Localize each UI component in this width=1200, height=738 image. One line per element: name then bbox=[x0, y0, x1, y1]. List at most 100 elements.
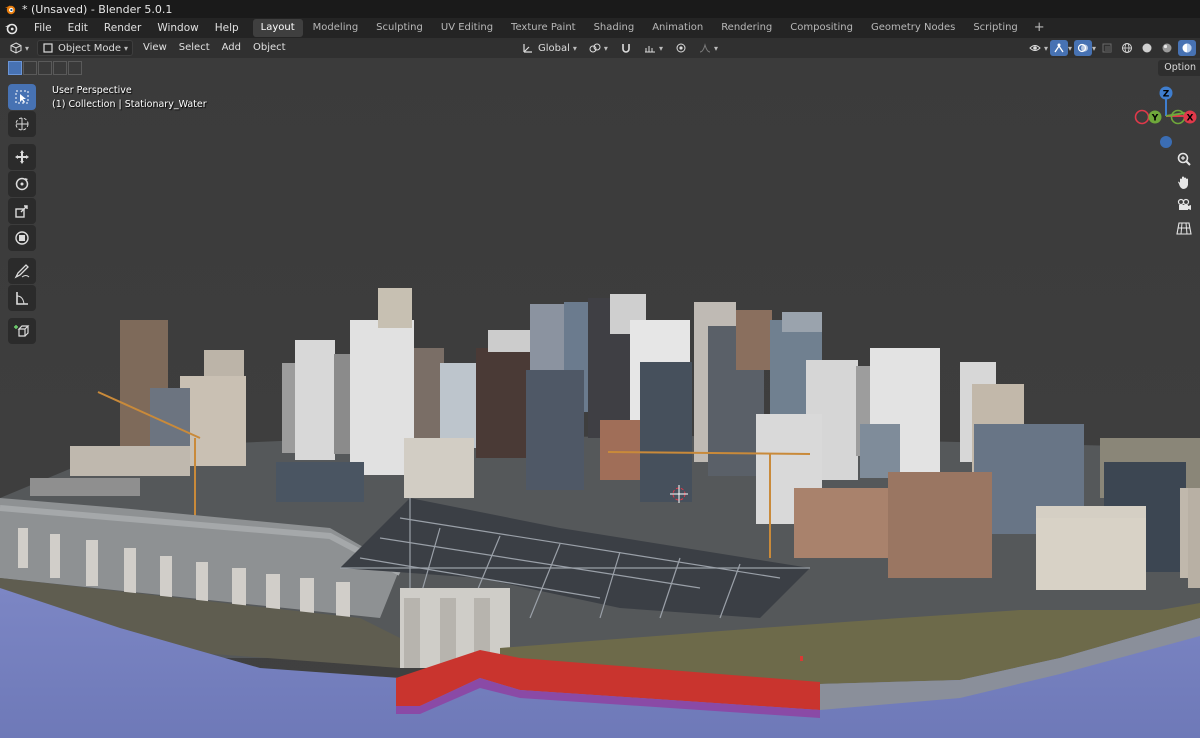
chevron-down-icon: ▾ bbox=[572, 43, 577, 53]
select-extend-button[interactable] bbox=[23, 61, 37, 75]
measure-tool[interactable] bbox=[8, 285, 36, 311]
annotate-icon bbox=[14, 264, 30, 279]
zoom-icon bbox=[1177, 152, 1191, 166]
title-bar: * (Unsaved) - Blender 5.0.1 bbox=[0, 0, 1200, 18]
tab-texture-paint[interactable]: Texture Paint bbox=[503, 19, 584, 37]
move-icon bbox=[15, 150, 29, 164]
gizmo-z-label: Z bbox=[1163, 90, 1170, 100]
toolbar bbox=[8, 84, 38, 345]
menu-help[interactable]: Help bbox=[207, 18, 247, 38]
ortho-toggle-button[interactable] bbox=[1172, 217, 1196, 239]
rendered-sphere-icon bbox=[1182, 43, 1192, 53]
options-button[interactable]: Option bbox=[1158, 60, 1200, 76]
add-cube-icon bbox=[14, 325, 30, 337]
blender-logo-icon bbox=[5, 5, 16, 15]
select-intersect-button[interactable] bbox=[68, 61, 82, 75]
menu-file[interactable]: File bbox=[26, 18, 60, 38]
menu-add[interactable]: Add bbox=[216, 38, 247, 58]
pan-button[interactable] bbox=[1172, 171, 1196, 193]
viewport-header: ▾ Object Mode ▾ View Select Add Object G… bbox=[0, 38, 1200, 58]
tab-sculpting[interactable]: Sculpting bbox=[368, 19, 431, 37]
gizmo-x-label: X bbox=[1187, 114, 1194, 124]
transform-icon bbox=[15, 231, 29, 245]
visibility-dropdown[interactable] bbox=[1026, 40, 1044, 56]
editor-type-button[interactable]: ▾ bbox=[6, 40, 33, 56]
tab-layout[interactable]: Layout bbox=[252, 19, 303, 37]
proportional-edit-icon bbox=[676, 43, 686, 53]
blender-menu-icon[interactable] bbox=[4, 21, 18, 35]
shading-tools-group: ▾ ▾ ▾ bbox=[1024, 38, 1196, 58]
tab-animation[interactable]: Animation bbox=[644, 19, 711, 37]
gizmo-icon bbox=[1054, 43, 1064, 53]
tab-shading[interactable]: Shading bbox=[586, 19, 643, 37]
orientation-dropdown[interactable]: Global ▾ bbox=[518, 40, 581, 56]
object-mode-icon bbox=[43, 43, 53, 53]
move-tool[interactable] bbox=[8, 144, 36, 170]
gizmo-toggle[interactable] bbox=[1049, 40, 1068, 56]
grid-icon bbox=[1176, 222, 1192, 235]
xray-icon bbox=[1102, 43, 1112, 53]
chevron-down-icon: ▾ bbox=[1091, 43, 1096, 53]
select-new-button[interactable] bbox=[8, 61, 22, 75]
rotate-icon bbox=[15, 177, 29, 191]
select-box-tool[interactable] bbox=[8, 84, 36, 110]
annotate-tool[interactable] bbox=[8, 258, 36, 284]
magnet-icon bbox=[622, 44, 630, 53]
zoom-button[interactable] bbox=[1172, 148, 1196, 170]
scale-tool[interactable] bbox=[8, 198, 36, 224]
tab-uv-editing[interactable]: UV Editing bbox=[433, 19, 501, 37]
tab-scripting[interactable]: Scripting bbox=[965, 19, 1025, 37]
cursor-tool[interactable] bbox=[8, 111, 36, 137]
gizmo-neg-x[interactable] bbox=[1134, 109, 1150, 125]
transform-tool[interactable] bbox=[8, 225, 36, 251]
viewport-info: User Perspective (1) Collection | Statio… bbox=[52, 84, 207, 112]
menu-render[interactable]: Render bbox=[96, 18, 149, 38]
overlays-icon bbox=[1077, 43, 1088, 53]
overlays-toggle[interactable] bbox=[1073, 40, 1092, 56]
camera-view-button[interactable] bbox=[1172, 194, 1196, 216]
city-scene[interactable] bbox=[0, 58, 1200, 738]
snap-target-dropdown[interactable]: ▾ bbox=[640, 40, 667, 56]
chevron-down-icon: ▾ bbox=[25, 43, 30, 53]
pivot-dropdown[interactable]: ▾ bbox=[585, 40, 612, 56]
hand-icon bbox=[1178, 176, 1188, 189]
menu-object[interactable]: Object bbox=[247, 38, 292, 58]
add-workspace-button[interactable]: + bbox=[1028, 19, 1051, 37]
menu-edit[interactable]: Edit bbox=[60, 18, 96, 38]
select-subtract-button[interactable] bbox=[38, 61, 52, 75]
tab-geometry-nodes[interactable]: Geometry Nodes bbox=[863, 19, 963, 37]
shading-wireframe-button[interactable] bbox=[1118, 40, 1136, 56]
shading-solid-button[interactable] bbox=[1138, 40, 1156, 56]
mode-dropdown[interactable]: Object Mode ▾ bbox=[37, 40, 134, 56]
tab-rendering[interactable]: Rendering bbox=[713, 19, 780, 37]
3d-viewport[interactable]: User Perspective (1) Collection | Statio… bbox=[0, 58, 1200, 738]
transform-tools-group: Global ▾ ▾ ▾ ▾ bbox=[518, 38, 726, 58]
menu-view[interactable]: View bbox=[137, 38, 173, 58]
tab-modeling[interactable]: Modeling bbox=[305, 19, 367, 37]
camera-icon bbox=[1177, 198, 1191, 210]
orientation-icon bbox=[523, 44, 532, 53]
select-invert-button[interactable] bbox=[53, 61, 67, 75]
rotate-tool[interactable] bbox=[8, 171, 36, 197]
add-cube-tool[interactable] bbox=[8, 318, 36, 344]
menu-select[interactable]: Select bbox=[173, 38, 216, 58]
perspective-label: User Perspective bbox=[52, 85, 132, 96]
snap-toggle[interactable] bbox=[616, 40, 636, 56]
chevron-down-icon: ▾ bbox=[124, 43, 129, 53]
window-title: * (Unsaved) - Blender 5.0.1 bbox=[22, 2, 173, 16]
solid-sphere-icon bbox=[1142, 43, 1152, 53]
gizmo-neg-z[interactable] bbox=[1160, 136, 1172, 148]
gizmo-y-label: Y bbox=[1151, 114, 1159, 124]
xray-toggle[interactable] bbox=[1098, 40, 1116, 56]
shading-material-button[interactable] bbox=[1158, 40, 1176, 56]
select-mode-group bbox=[8, 61, 83, 77]
top-menu-bar: File Edit Render Window Help Layout Mode… bbox=[0, 18, 1200, 38]
menu-window[interactable]: Window bbox=[149, 18, 206, 38]
falloff-dropdown[interactable]: ▾ bbox=[695, 40, 722, 56]
mode-label: Object Mode bbox=[58, 42, 122, 54]
chevron-down-icon: ▾ bbox=[603, 43, 608, 53]
shading-rendered-button[interactable] bbox=[1178, 40, 1196, 56]
eye-icon bbox=[1029, 45, 1041, 51]
tab-compositing[interactable]: Compositing bbox=[782, 19, 861, 37]
proportional-edit-toggle[interactable] bbox=[671, 40, 691, 56]
